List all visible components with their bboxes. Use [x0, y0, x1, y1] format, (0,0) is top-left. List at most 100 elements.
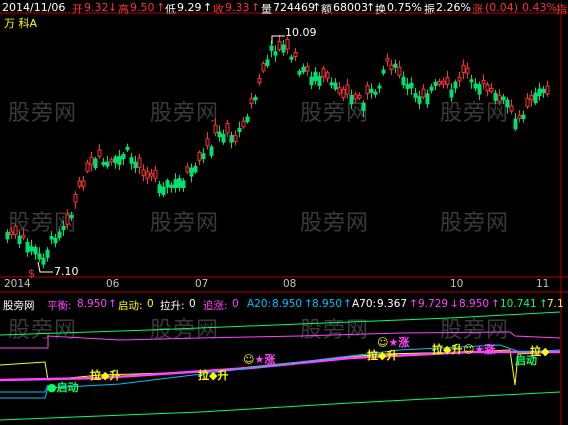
start-label: 启动:	[118, 300, 143, 312]
candle	[85, 162, 90, 172]
signal-rise: 拉◆升	[432, 343, 463, 356]
date-tick: 11	[536, 278, 550, 290]
candle	[173, 179, 178, 189]
signal-rise: 拉◆	[530, 345, 550, 358]
candle	[205, 138, 210, 147]
candle	[497, 94, 502, 103]
candle	[397, 66, 402, 76]
candle	[165, 180, 170, 188]
candle	[277, 40, 282, 50]
candle	[117, 156, 122, 165]
candle	[197, 151, 202, 161]
chase-value: 0	[232, 298, 239, 310]
candle	[329, 82, 334, 86]
candle	[409, 82, 414, 89]
kline-chart[interactable]	[0, 0, 568, 425]
candle	[421, 88, 426, 98]
candle	[353, 93, 358, 100]
date-tick: 2014	[4, 278, 31, 290]
candle	[201, 153, 206, 160]
candle	[241, 120, 246, 128]
candle	[489, 88, 494, 93]
candle	[357, 94, 362, 99]
candle	[33, 247, 38, 255]
candle	[217, 131, 222, 138]
candle	[289, 56, 294, 60]
candle	[493, 92, 498, 101]
value-10: 10.741	[500, 298, 537, 310]
candle	[321, 68, 326, 78]
candle	[229, 135, 234, 143]
candle	[5, 231, 10, 240]
candle	[233, 134, 238, 142]
candle	[541, 88, 546, 94]
value-9: 8.950	[459, 298, 490, 310]
candle	[425, 93, 430, 105]
candle	[525, 97, 530, 108]
candle	[29, 246, 34, 252]
date-tick: 08	[283, 278, 297, 290]
candle	[505, 99, 510, 108]
candle	[109, 159, 114, 163]
candle	[13, 225, 18, 236]
smile-icon: ☺★涨	[243, 353, 276, 366]
candle	[141, 169, 146, 176]
a20-start	[0, 384, 49, 393]
candle	[281, 44, 286, 53]
candle	[461, 64, 466, 74]
date-tick: 07	[195, 278, 209, 290]
candle	[305, 66, 310, 72]
a20-value: 8.950	[272, 298, 303, 310]
candle	[385, 58, 390, 62]
candle	[73, 193, 78, 203]
signal-start: ●启动	[47, 381, 79, 394]
indicator-name: 股旁网	[3, 300, 35, 312]
candle	[453, 81, 458, 89]
value-9-arrow: ↑	[491, 298, 500, 310]
candle	[501, 96, 506, 101]
candle	[237, 127, 242, 133]
candle	[161, 186, 166, 196]
candle	[285, 38, 290, 50]
candle	[101, 161, 106, 166]
candle	[221, 133, 226, 143]
candle	[37, 253, 42, 260]
candle	[65, 214, 70, 225]
a70-value: 9.367	[377, 298, 408, 310]
candle	[477, 84, 482, 95]
signal-rise: 拉◆升	[198, 369, 229, 382]
value-8-arrow: ↓	[450, 298, 459, 310]
candle	[269, 45, 274, 51]
value-8: 9.729	[418, 298, 449, 310]
candle	[77, 180, 82, 187]
candle	[49, 236, 54, 240]
candle	[9, 231, 14, 236]
candle	[473, 83, 478, 89]
rise-value: 0	[189, 298, 196, 310]
smile-icon: ☺★涨	[463, 343, 496, 356]
candle	[153, 169, 158, 179]
a20-label: A20:	[247, 298, 272, 310]
candle	[129, 157, 134, 164]
candle	[457, 76, 462, 82]
candle	[293, 52, 298, 58]
candle	[257, 77, 262, 83]
candle	[97, 149, 102, 157]
candle	[137, 157, 142, 168]
candle	[133, 161, 138, 169]
candle	[377, 85, 382, 89]
upper-band-line	[0, 311, 561, 336]
candle	[41, 257, 46, 265]
candle	[317, 76, 322, 87]
candle	[445, 77, 450, 85]
balance-arrow: ↑	[108, 298, 117, 310]
candle	[61, 225, 66, 231]
candle	[545, 85, 550, 95]
candle	[213, 124, 218, 134]
candle	[125, 146, 130, 151]
candle	[105, 161, 110, 167]
candle	[253, 96, 258, 101]
candle	[189, 167, 194, 177]
candle	[481, 79, 486, 84]
candle	[465, 67, 470, 74]
